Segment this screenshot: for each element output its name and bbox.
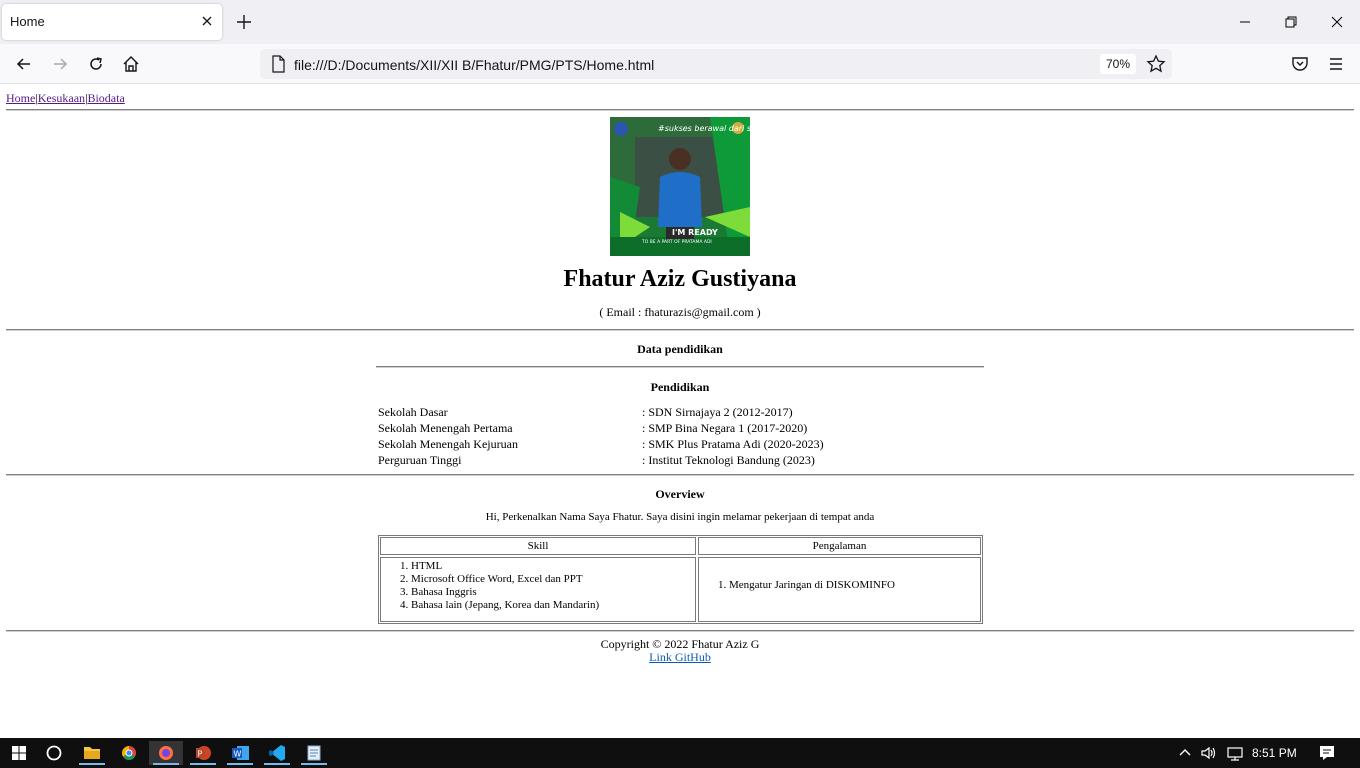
education-value: : SMK Plus Pratama Adi (2020-2023) [642,437,824,451]
navigation-toolbar: file:///D:/Documents/XII/XII B/Fhatur/PM… [0,44,1360,84]
list-item: Mengatur Jaringan di DISKOMINFO [729,579,895,592]
education-level: Sekolah Menengah Pertama [378,421,513,435]
education-level: Sekolah Menengah Kejuruan [378,437,518,451]
page-icon [272,55,285,73]
powerpoint-icon[interactable]: P [186,741,220,765]
skill-cell: HTML Microsoft Office Word, Excel dan PP… [380,557,696,622]
education-row: Sekolah Dasar : SDN Sirnajaya 2 (2012-20… [378,405,998,421]
education-section-title: Data pendidikan [637,342,723,356]
clock[interactable]: 8:51 PM [1252,746,1297,760]
app-running-indicator [301,763,327,765]
menu-icon[interactable] [1326,54,1346,74]
app-running-indicator [79,763,105,765]
education-level: Sekolah Dasar [378,405,448,419]
close-window-icon[interactable] [1327,12,1347,32]
close-icon[interactable] [198,12,216,30]
overview-title: Overview [655,487,705,501]
skill-list: HTML Microsoft Office Word, Excel dan PP… [411,560,599,612]
list-item: Bahasa Inggris [411,586,599,599]
back-icon[interactable] [14,54,34,74]
search-icon[interactable] [37,741,71,765]
profile-name: Fhatur Aziz Gustiyana [563,266,797,292]
education-row: Sekolah Menengah Kejuruan : SMK Plus Pra… [378,437,998,453]
pocket-icon[interactable] [1290,54,1310,74]
list-item: Bahasa lain (Jepang, Korea dan Mandarin) [411,599,599,612]
divider [6,329,1354,331]
photo-caption-top: #sukses berawal dari sini [658,124,750,133]
file-explorer-icon[interactable] [75,741,109,765]
photo-caption-ready: I'M READY [672,228,718,237]
divider [6,630,1354,632]
reload-icon[interactable] [86,54,106,74]
table-header-skill: Skill [380,537,696,555]
skill-experience-table: Skill Pengalaman HTML Microsoft Office W… [378,535,983,624]
profile-photo: #sukses berawal dari sini I'M READY TO B… [610,117,750,256]
nav-link-kesukaan[interactable]: Kesukaan [38,91,85,105]
plus-icon[interactable] [234,12,254,32]
firefox-icon[interactable] [149,741,183,765]
nav-link-biodata[interactable]: Biodata [87,91,124,105]
divider [376,366,984,368]
education-value: : SMP Bina Negara 1 (2017-2020) [642,421,808,435]
volume-icon[interactable] [1200,745,1218,761]
experience-list: Mengatur Jaringan di DISKOMINFO [729,579,895,592]
tab-home[interactable]: Home [2,4,222,40]
app-running-indicator [227,763,253,765]
tab-bar: Home [0,0,1360,44]
list-item: Microsoft Office Word, Excel dan PPT [411,573,599,586]
tab-title: Home [10,14,45,29]
education-row: Perguruan Tinggi : Institut Teknologi Ba… [378,453,998,469]
network-icon[interactable] [1226,745,1244,761]
word-icon[interactable]: W [223,741,257,765]
restore-icon[interactable] [1281,12,1301,32]
notepad-icon[interactable] [297,741,331,765]
minimize-icon[interactable] [1235,12,1255,32]
education-list: Sekolah Dasar : SDN Sirnajaya 2 (2012-20… [378,405,998,469]
page-content: Home|Kesukaan|Biodata #sukses berawal da… [0,85,1360,738]
divider [6,474,1354,476]
app-running-indicator [190,763,216,765]
photo-caption-sub: TO BE A PART OF PRATAMA ADI [641,239,712,245]
svg-text:W: W [234,750,242,759]
svg-text:P: P [198,750,203,759]
education-value: : SDN Sirnajaya 2 (2012-2017) [642,405,793,419]
start-icon[interactable] [2,741,36,765]
education-row: Sekolah Menengah Pertama : SMP Bina Nega… [378,421,998,437]
app-running-indicator [264,763,290,765]
divider [6,109,1354,111]
experience-cell: Mengatur Jaringan di DISKOMINFO [698,557,981,622]
chrome-icon[interactable] [112,741,146,765]
education-level: Perguruan Tinggi [378,453,462,467]
top-navigation: Home|Kesukaan|Biodata [6,91,125,106]
notification-icon[interactable] [1318,744,1336,762]
star-icon[interactable] [1146,54,1166,74]
education-subtitle: Pendidikan [650,380,710,394]
education-value: : Institut Teknologi Bandung (2023) [642,453,815,467]
overview-text: Hi, Perkenalkan Nama Saya Fhatur. Saya d… [485,511,875,523]
footer: Copyright © 2022 Fhatur Aziz G Link GitH… [0,638,1360,664]
url-text[interactable]: file:///D:/Documents/XII/XII B/Fhatur/PM… [294,57,654,73]
zoom-level-button[interactable]: 70% [1099,54,1136,74]
chevron-up-icon[interactable] [1178,746,1192,760]
profile-email: ( Email : fhaturazis@gmail.com ) [599,305,761,319]
github-link[interactable]: Link GitHub [649,650,711,664]
home-icon[interactable] [121,54,141,74]
url-bar[interactable]: file:///D:/Documents/XII/XII B/Fhatur/PM… [260,49,1172,79]
forward-icon[interactable] [50,54,70,74]
vscode-icon[interactable] [260,741,294,765]
app-running-indicator [153,763,179,765]
nav-link-home[interactable]: Home [6,91,35,105]
table-header-experience: Pengalaman [698,537,981,555]
taskbar: P W 8:51 PM [0,738,1360,768]
list-item: HTML [411,560,599,573]
